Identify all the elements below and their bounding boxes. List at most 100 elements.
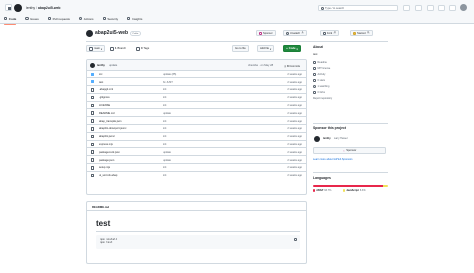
file-name[interactable]: abap_transpile.json (99, 120, 122, 123)
code-line: npm test (100, 241, 113, 245)
tab-pull-requests[interactable]: Pull requests (47, 17, 70, 23)
file-row[interactable]: package-lock.json update 2 weeks ago (87, 148, 306, 157)
owner-avatar (86, 29, 93, 37)
tags-link[interactable]: 0 Tags (136, 46, 149, 51)
file-commit-message[interactable]: update (#5) (163, 73, 176, 76)
pull-requests-button[interactable] (438, 4, 445, 11)
file-time: 2 weeks ago (287, 135, 302, 139)
file-commit-message[interactable]: fix JUST (163, 81, 173, 84)
sidebar-item-forks[interactable]: 0 forks (313, 90, 325, 94)
repo-link[interactable]: abap2ui5-web (38, 6, 60, 10)
file-commit-message[interactable]: init (163, 143, 166, 146)
readme-tab[interactable]: README.md (92, 205, 109, 209)
tab-code[interactable]: Code (4, 16, 17, 25)
file-name[interactable]: express.mjs (99, 143, 113, 146)
file-name[interactable]: package.json (99, 159, 114, 162)
file-row[interactable]: test fix JUST 2 weeks ago (87, 78, 306, 87)
file-name[interactable]: .abapgit.xml (99, 88, 113, 91)
branch-select[interactable]: main ▾ (86, 45, 106, 52)
pulse-icon (313, 72, 316, 76)
sponsor-user[interactable]: lenthy Larry Hussel (313, 134, 388, 144)
file-row[interactable]: abaplint.jsonc init 2 weeks ago (87, 133, 306, 141)
commit-author[interactable]: lenthy (97, 64, 105, 67)
file-commit-message[interactable]: init (163, 135, 166, 138)
tab-insights[interactable]: Insights (127, 17, 142, 23)
sidebar-item-readme[interactable]: Readme (313, 60, 327, 64)
file-name[interactable]: package-lock.json (99, 151, 120, 154)
file-commit-message[interactable]: init (163, 88, 166, 91)
commits-link[interactable]: ◷ 8 Commits (284, 64, 300, 68)
language-bar (313, 185, 388, 187)
go-to-file-button[interactable]: Go to file (232, 45, 249, 52)
tab-security[interactable]: Security (102, 17, 118, 23)
file-row[interactable]: .abapgit.xml init 2 weeks ago (87, 86, 306, 94)
file-name[interactable]: setup.mjs (99, 166, 110, 169)
branch-icon (89, 46, 93, 51)
sidebar-item-label: 1 watching (317, 84, 330, 88)
language-abap[interactable]: ABAP 93.7% (313, 189, 331, 192)
latest-commit-bar: lenthy update cba1cbe · on May 28 ◷ 8 Co… (87, 60, 306, 71)
sidebar-item-license[interactable]: MIT license (313, 66, 330, 70)
create-new-button[interactable] (415, 4, 422, 11)
fork-button[interactable]: Fork 0 (320, 30, 340, 36)
file-row[interactable]: abaplint-downport.jsonc init 2 weeks ago (87, 125, 306, 133)
file-commit-message[interactable]: init (163, 96, 166, 99)
file-commit-message[interactable]: init (163, 127, 166, 130)
file-commit-message[interactable]: init (163, 174, 166, 177)
tab-issues[interactable]: Issues (25, 17, 39, 23)
file-row[interactable]: .gitignore init 2 weeks ago (87, 94, 306, 102)
sponsors-learn-more-link[interactable]: Learn more about GitHub Sponsors (313, 158, 352, 161)
file-commit-message[interactable]: init (163, 104, 166, 107)
file-commit-message[interactable]: update (163, 159, 171, 162)
report-repository-link[interactable]: Report repository (313, 97, 332, 100)
starred-button[interactable]: Starred 0 (350, 30, 373, 36)
file-row[interactable]: ui_sort.idx.abap init 2 weeks ago (87, 172, 306, 180)
file-row[interactable]: abap_transpile.json init 2 weeks ago (87, 117, 306, 126)
issues-button[interactable] (427, 4, 434, 11)
file-row[interactable]: setup.mjs init 2 weeks ago (87, 164, 306, 172)
add-file-button[interactable]: Add file ▾ (257, 45, 275, 52)
unwatch-button[interactable]: Unwatch 1 (283, 30, 308, 36)
lang-percent: 93.7% (324, 189, 332, 192)
branches-link[interactable]: 1 Branch (110, 46, 126, 51)
menu-button[interactable] (5, 4, 12, 11)
file-name[interactable]: README.md (99, 112, 114, 115)
file-row[interactable]: package.json update 2 weeks ago (87, 156, 306, 165)
file-row[interactable]: express.mjs init 2 weeks ago (87, 141, 306, 149)
code-button[interactable]: ‹› Code ▾ (283, 45, 301, 52)
file-commit-message[interactable]: init (163, 120, 166, 123)
file-row[interactable]: README.md update 2 weeks ago (87, 109, 306, 118)
copilot-button[interactable] (403, 4, 410, 11)
file-name[interactable]: .gitignore (99, 96, 110, 99)
sidebar-item-watching[interactable]: 1 watching (313, 84, 330, 88)
notifications-button[interactable] (449, 4, 456, 11)
chevron-down-icon: ▾ (269, 47, 272, 51)
search-input[interactable]: Type / to search (318, 4, 398, 11)
tab-actions[interactable]: Actions (78, 17, 94, 23)
divider (313, 123, 388, 124)
sidebar-item-activity[interactable]: Activity (313, 72, 325, 76)
copy-icon[interactable] (293, 238, 297, 242)
language-javascript[interactable]: JavaScript 6.3% (343, 189, 366, 192)
sidebar-item-stars[interactable]: 0 stars (313, 78, 325, 82)
file-commit-message[interactable]: init (163, 166, 166, 169)
commit-message[interactable]: update (109, 64, 117, 67)
file-row[interactable]: src update (#5) 2 weeks ago (87, 71, 306, 79)
file-name[interactable]: LICENSE (99, 104, 110, 107)
file-name[interactable]: ui_sort.idx.abap (99, 174, 117, 177)
owner-link[interactable]: lenthy (26, 6, 35, 10)
tab-label: Code (8, 16, 17, 21)
file-name[interactable]: src (99, 73, 102, 76)
file-commit-message[interactable]: update (163, 151, 171, 154)
file-name[interactable]: abaplint-downport.jsonc (99, 127, 126, 130)
user-avatar[interactable] (460, 4, 467, 11)
commit-sha[interactable]: cba1cbe · on May 28 (248, 64, 273, 67)
eye-icon (286, 31, 289, 35)
sponsor-button[interactable]: Sponsor (256, 30, 276, 36)
file-row[interactable]: LICENSE init 2 weeks ago (87, 102, 306, 110)
github-logo-icon[interactable] (14, 3, 22, 12)
file-name[interactable]: test (99, 81, 103, 84)
file-name[interactable]: abaplint.jsonc (99, 135, 115, 138)
file-commit-message[interactable]: update (163, 112, 171, 115)
sponsor-user-button[interactable]: ♡ Sponsor (313, 147, 386, 154)
